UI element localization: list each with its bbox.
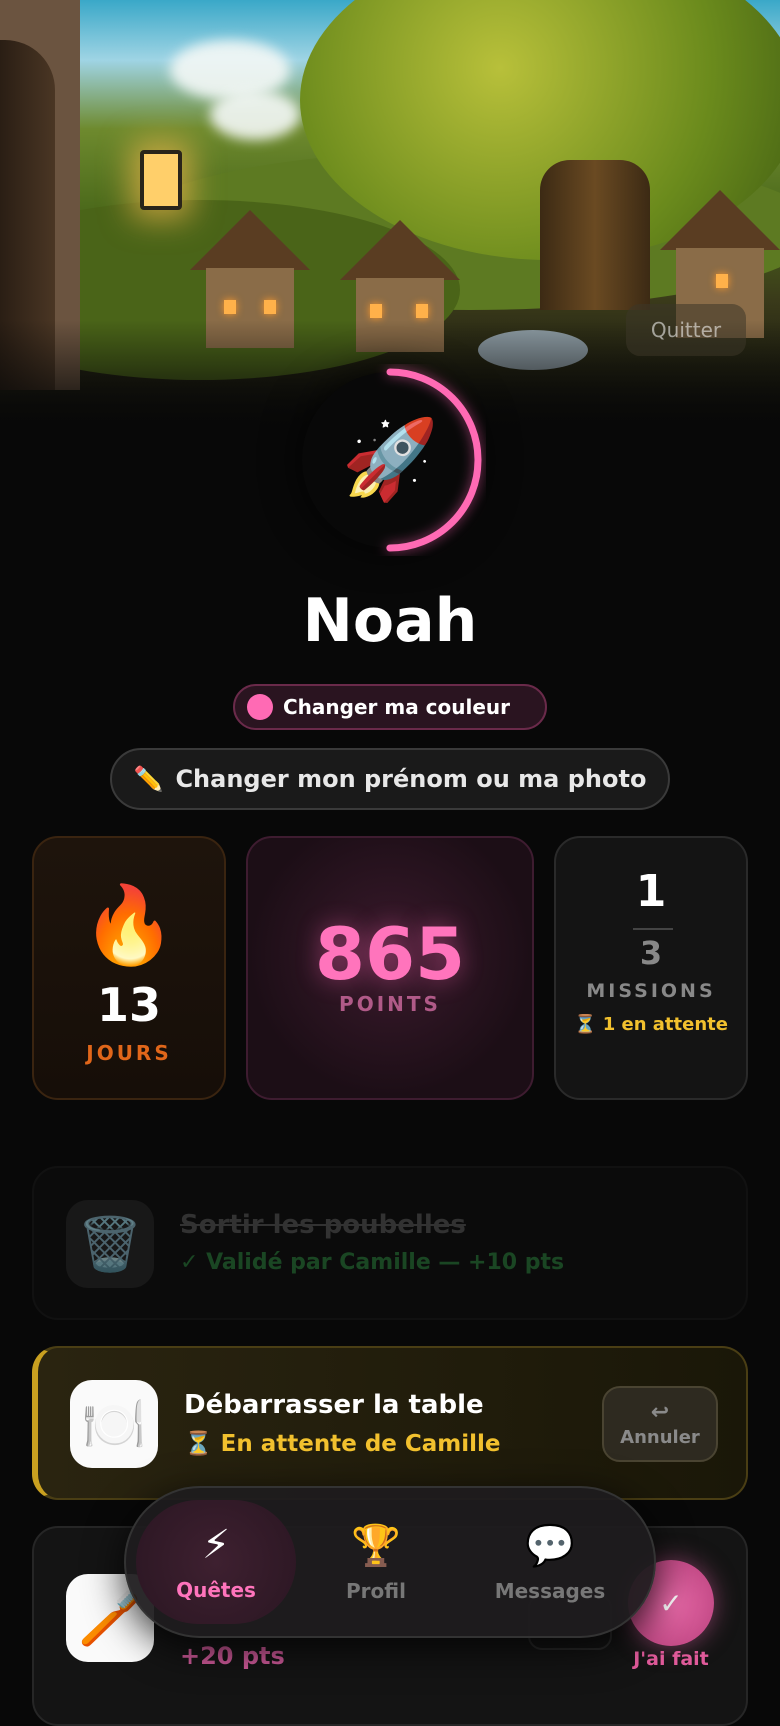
bottom-nav: ⚡ Quêtes 🏆 Profil 💬 Messages	[124, 1486, 656, 1638]
trophy-icon: 🏆	[351, 1522, 401, 1569]
nav-tab-messages[interactable]: 💬 Messages	[470, 1500, 630, 1624]
pencil-icon: ✏️	[133, 765, 164, 793]
missions-total: 3	[639, 934, 663, 972]
check-icon: ✓	[659, 1586, 683, 1620]
missions-done: 1	[635, 866, 667, 917]
edit-profile-label: Changer mon prénom ou ma photo	[175, 765, 647, 793]
points-label: POINTS	[339, 992, 441, 1016]
avatar[interactable]: 🚀	[294, 364, 486, 556]
missions-label: MISSIONS	[586, 980, 716, 1002]
undo-button[interactable]: ↩ Annuler	[602, 1386, 718, 1462]
missions-card: 1 3 MISSIONS ⏳ 1 en attente	[554, 836, 748, 1100]
quest-title: Sortir les poubelles	[180, 1210, 466, 1240]
points-value: 865	[314, 912, 466, 996]
pending-text: 1 en attente	[602, 1014, 728, 1035]
fire-icon: 🔥	[81, 880, 177, 969]
profile-name: Noah	[302, 586, 478, 656]
rocket-icon: 🚀	[341, 414, 439, 505]
streak-value: 13	[96, 978, 161, 1032]
nav-tab-quetes[interactable]: ⚡ Quêtes	[136, 1500, 296, 1624]
change-color-button[interactable]: Changer ma couleur	[233, 684, 547, 730]
trash-icon: 🗑️	[66, 1200, 154, 1288]
points-card: 865 POINTS	[246, 836, 534, 1100]
edit-profile-button[interactable]: ✏️ Changer mon prénom ou ma photo	[110, 748, 670, 810]
nav-label: Profil	[346, 1578, 406, 1603]
quest-title: Débarrasser la table	[184, 1390, 484, 1420]
streak-card: 🔥 13 JOURS	[32, 836, 226, 1100]
lightning-icon: ⚡	[201, 1522, 231, 1568]
change-color-label: Changer ma couleur	[283, 695, 511, 719]
speech-bubble-icon: 💬	[525, 1522, 575, 1569]
undo-icon: ↩	[650, 1400, 670, 1425]
hourglass-icon: ⏳	[574, 1014, 597, 1035]
quest-status: ✓ Validé par Camille — +10 pts	[180, 1250, 565, 1275]
quest-item-validated: 🗑️ Sortir les poubelles ✓ Validé par Cam…	[32, 1166, 748, 1320]
fraction-divider	[633, 928, 673, 930]
nav-tab-profil[interactable]: 🏆 Profil	[296, 1500, 456, 1624]
quit-button[interactable]: Quitter	[626, 304, 746, 356]
quest-points: +20 pts	[180, 1642, 285, 1670]
nav-label: Quêtes	[176, 1578, 256, 1602]
quest-status: ⏳ En attente de Camille	[184, 1430, 501, 1457]
nav-label: Messages	[494, 1578, 606, 1603]
undo-label: Annuler	[620, 1427, 700, 1448]
quest-item-pending: 🍽️ Débarrasser la table ⏳ En attente de …	[32, 1346, 748, 1500]
quest-status-text: En attente de Camille	[220, 1431, 501, 1457]
plate-icon: 🍽️	[70, 1380, 158, 1468]
missions-pending: ⏳ 1 en attente	[556, 1014, 746, 1035]
streak-label: JOURS	[86, 1041, 172, 1065]
color-swatch	[247, 694, 273, 720]
hourglass-icon: ⏳	[184, 1431, 213, 1457]
mark-done-label: J'ai fait	[633, 1648, 709, 1670]
